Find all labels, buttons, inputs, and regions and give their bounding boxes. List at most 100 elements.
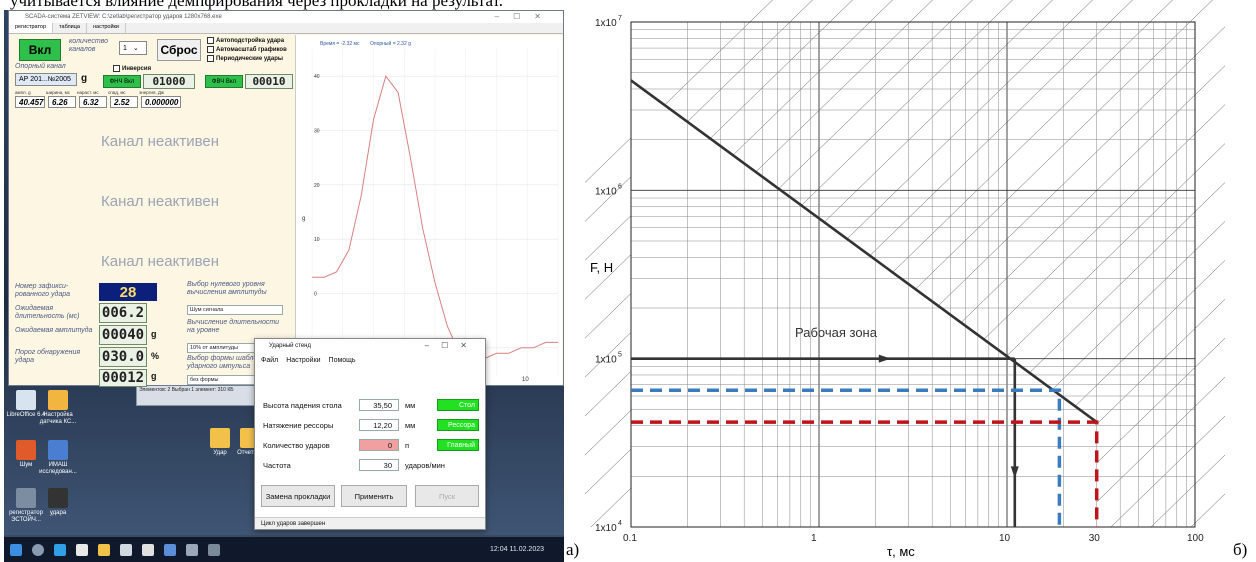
loglog-x-tick: 1 [811, 533, 817, 544]
start-icon[interactable] [10, 543, 22, 556]
lpf-value[interactable]: 01000 [143, 74, 195, 89]
stand-menu: Файл Настройки Помощь [255, 353, 485, 367]
label-a: а) [566, 540, 580, 559]
threshold-unit: % [151, 351, 160, 361]
system-tray-clock[interactable]: 12:04 11.02.2023 [490, 545, 564, 554]
check-autoscale[interactable]: Автомасштаб графиков [207, 46, 287, 53]
lpf-button[interactable]: ФНЧ Вкл [103, 75, 141, 88]
app-icon[interactable] [142, 543, 154, 556]
expected-duration-label: Ожидаемая длительность (мс) [15, 305, 80, 320]
channel-inactive-1: Канал неактивен [101, 133, 220, 150]
edge-icon[interactable] [54, 543, 66, 556]
stand-status-bar: Цикл ударов завершен [255, 517, 485, 529]
expected-duration-value[interactable]: 006.2 [99, 303, 147, 323]
unit-hits-per-min: ударов/мин [405, 461, 445, 470]
input-hit-count[interactable]: 0 [359, 439, 399, 451]
tab-recorder[interactable]: регистратор [9, 23, 54, 33]
apply-button[interactable]: Применить [341, 485, 407, 507]
scada-window: SCADA-система ZETVIEW: C:\zetlab\регистр… [8, 10, 564, 387]
loglog-x-label: τ, мс [887, 544, 915, 559]
channel-inactive-2: Канал неактивен [101, 193, 220, 210]
last-unit: g [151, 371, 157, 381]
state-main: Главный [437, 439, 479, 451]
folder-icon[interactable] [98, 543, 110, 556]
menu-file[interactable]: Файл [261, 357, 278, 364]
tab-table[interactable]: таблица [53, 23, 87, 33]
channels-label: количество каналов [69, 38, 109, 53]
loglog-y-tick-exp: 5 [618, 352, 622, 359]
input-frequency[interactable]: 30 [359, 459, 399, 471]
channel-inactive-3: Канал неактивен [101, 253, 220, 270]
state-spring: Рессора [437, 419, 479, 431]
explorer-mini-window[interactable]: Элементов: 2 Выбран 1 элемент: 310 КБ [136, 384, 256, 406]
scada-tabs: регистратор таблица настройки [9, 23, 563, 34]
expected-amplitude-label: Ожидаемая амплитуда [15, 327, 93, 334]
app4-icon[interactable] [208, 543, 220, 556]
check-inverse[interactable]: Инверсия [113, 65, 151, 72]
channels-select[interactable]: 1 ⌄ [119, 41, 147, 55]
ref-channel-select[interactable]: АР 201...№2005 [15, 73, 77, 86]
replace-pad-button[interactable]: Замена прокладки [261, 485, 335, 507]
plot-y-label: g [302, 216, 305, 222]
check-periodic[interactable]: Периодические удары [207, 55, 283, 62]
threshold-value[interactable]: 030.0 [99, 347, 147, 367]
stand-title-bar: Ударный стенд –☐✕ [269, 341, 479, 350]
loglog-y-tick-exp: 4 [618, 520, 622, 527]
hatch-line [1110, 415, 1225, 528]
loglog-y-tick: 1x10 [595, 355, 617, 366]
search-icon[interactable] [32, 543, 44, 556]
row-label-count: Количество ударов [263, 441, 330, 450]
tab-settings[interactable]: настройки [87, 23, 127, 33]
app2-icon[interactable] [164, 543, 176, 556]
unit-mm-1: мм [405, 401, 416, 410]
shape-select[interactable]: без формы [187, 375, 257, 385]
start-button[interactable]: Пуск [415, 485, 479, 507]
hpf-value[interactable]: 00010 [245, 74, 293, 89]
last-value[interactable]: 00012 [99, 369, 147, 387]
app3-icon[interactable] [186, 543, 198, 556]
store-icon[interactable] [76, 543, 88, 556]
loglog-y-tick-exp: 7 [618, 15, 622, 22]
power-on-button[interactable]: Вкл [19, 39, 61, 61]
loglog-y-tick: 1x10 [595, 18, 617, 29]
window-controls-icon[interactable]: –☐✕ [495, 12, 555, 21]
desktop-icon-hit[interactable]: удара [38, 488, 78, 517]
ref-channel-label: Опорный канал [15, 63, 66, 70]
expected-amplitude-value[interactable]: 00040 [99, 325, 147, 345]
row-label-frequency: Частота [263, 461, 291, 470]
menu-help[interactable]: Помощь [329, 357, 356, 364]
hatch-line [1190, 493, 1225, 528]
loglog-y-tick: 1x10 [595, 523, 617, 534]
pulse-y-tick: 40 [314, 74, 320, 80]
scada-title-bar: SCADA-система ZETVIEW: C:\zetlab\регистр… [9, 11, 563, 23]
mail-icon[interactable] [120, 543, 132, 556]
ref-unit: g [81, 73, 88, 84]
reset-button[interactable]: Сброс [157, 39, 201, 61]
plot-header-ref: Опорный = 2.32 g [370, 40, 411, 47]
pulse-y-tick: 20 [314, 183, 320, 189]
check-autosetup[interactable]: Автоподстройка удара [207, 37, 284, 44]
stand-window-controls-icon[interactable]: –☐✕ [425, 341, 479, 350]
loglog-y-tick-exp: 6 [618, 183, 622, 190]
hpf-button[interactable]: ФВЧ Вкл [205, 75, 243, 88]
working-zone-annotation: Рабочая зона [795, 325, 878, 340]
impact-stand-window: Ударный стенд –☐✕ Файл Настройки Помощь … [254, 338, 486, 530]
zero-level-select[interactable]: Шум сигнала [187, 305, 283, 315]
desktop-icon-imash[interactable]: ИМАШ исследован... [38, 440, 78, 476]
signal-plot: Время = -2.32 мс Опорный = 2.32 g 40 30 20… [295, 35, 562, 385]
taskbar: 12:04 11.02.2023 [4, 537, 564, 562]
plot-header-time: Время = -2.32 мс [320, 41, 360, 47]
unit-n: п [405, 441, 410, 450]
loglog-y-label: F, Н [590, 260, 613, 275]
desktop-screenshot: LibreOffice 6.4 Настройка датчика КС... … [4, 10, 564, 562]
input-spring-tension[interactable]: 12,20 [359, 419, 399, 431]
amplitude-unit: g [151, 329, 157, 339]
loglog-x-tick: 0.1 [623, 533, 637, 544]
control-panel: Вкл количество каналов 1 ⌄ Сброс Автоподс… [11, 35, 293, 387]
desktop-icon-sensor-setup[interactable]: Настройка датчика КС... [38, 390, 78, 426]
pulse-y-tick: 10 [314, 237, 320, 243]
menu-settings[interactable]: Настройки [286, 357, 320, 364]
input-drop-height[interactable]: 35,50 [359, 399, 399, 411]
loglog-y-tick: 1x10 [595, 186, 617, 197]
plot-x-tick: 10 [522, 377, 529, 383]
